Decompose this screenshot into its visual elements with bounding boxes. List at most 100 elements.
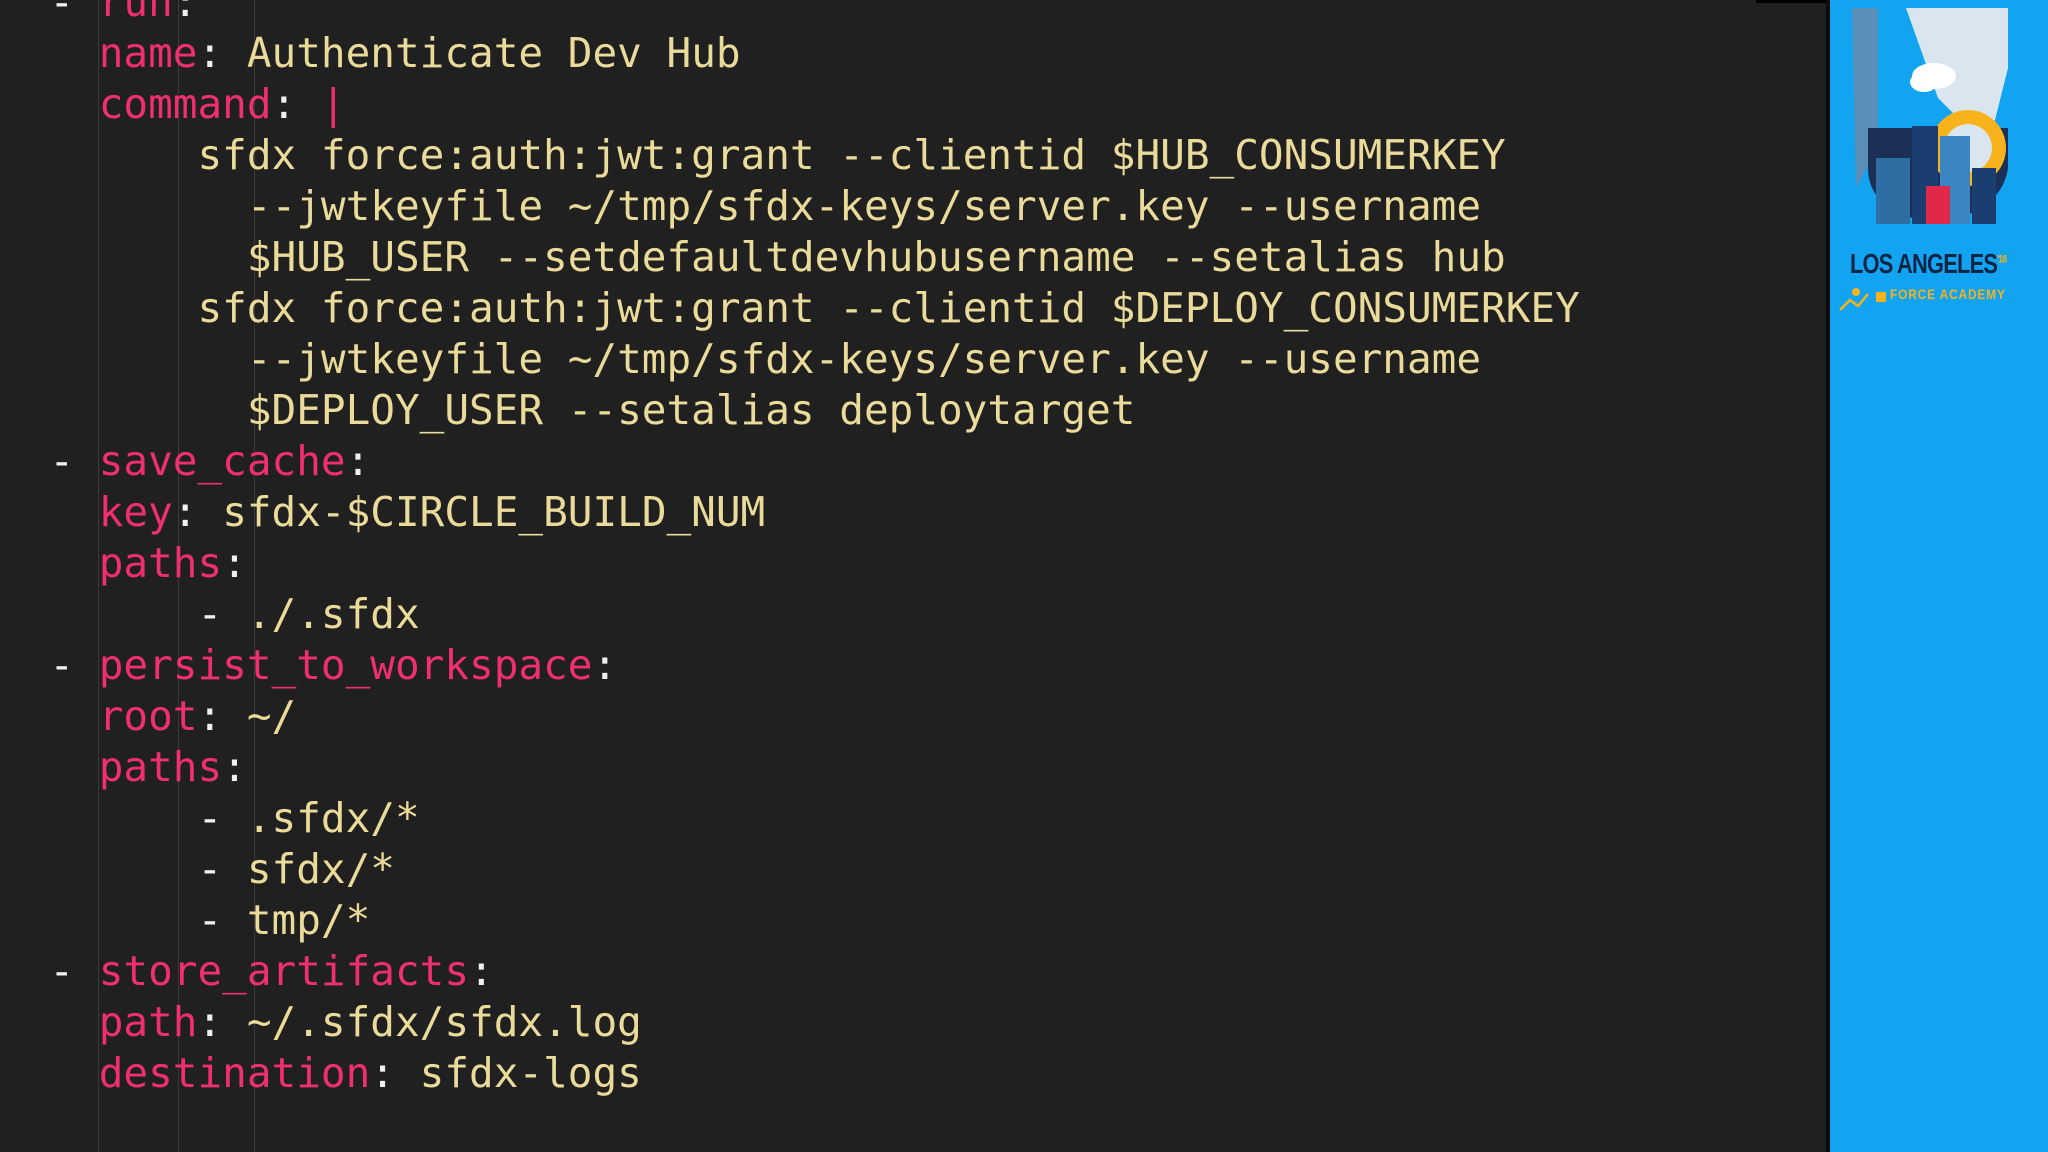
list-dash: - bbox=[49, 641, 99, 689]
logo-title: LOS ANGELES'18 bbox=[1850, 248, 2007, 280]
yaml-colon: : bbox=[172, 488, 223, 536]
yaml-key: paths bbox=[98, 539, 223, 587]
yaml-value: $HUB_USER --setdefaultdevhubusername --s… bbox=[246, 233, 1506, 281]
list-dash: - bbox=[197, 896, 247, 944]
sparkline-logo-icon bbox=[1839, 288, 1886, 311]
code-line: name: Authenticate Dev Hub bbox=[0, 28, 1800, 79]
yaml-key: save_cache bbox=[98, 437, 346, 485]
code-line: - run: bbox=[0, 0, 1800, 28]
list-dash: - bbox=[197, 590, 247, 638]
code-line: sfdx force:auth:jwt:grant --clientid $HU… bbox=[0, 130, 1800, 181]
code-line: key: sfdx-$CIRCLE_BUILD_NUM bbox=[0, 487, 1800, 538]
yaml-value: ~/.sfdx/sfdx.log bbox=[246, 998, 642, 1046]
list-dash: - bbox=[197, 845, 247, 893]
yaml-code-block: - run: name: Authenticate Dev Hub comman… bbox=[0, 0, 1800, 1099]
code-line: - save_cache: bbox=[0, 436, 1800, 487]
logo-title-text: LOS ANGELES bbox=[1850, 248, 1998, 279]
yaml-colon: : bbox=[172, 0, 198, 26]
yaml-value: sfdx-logs bbox=[419, 1049, 642, 1097]
yaml-value: ./.sfdx bbox=[246, 590, 420, 638]
code-line: - sfdx/* bbox=[0, 844, 1800, 895]
yaml-value: --jwtkeyfile ~/tmp/sfdx-keys/server.key … bbox=[246, 335, 1482, 383]
code-line: paths: bbox=[0, 538, 1800, 589]
yaml-colon: : bbox=[345, 437, 371, 485]
logo-year: '18 bbox=[1997, 253, 2007, 266]
yaml-value: tmp/* bbox=[246, 896, 371, 944]
yaml-colon: : bbox=[222, 743, 247, 791]
code-line: path: ~/.sfdx/sfdx.log bbox=[0, 997, 1800, 1048]
yaml-key: command bbox=[98, 80, 272, 128]
code-line: - persist_to_workspace: bbox=[0, 640, 1800, 691]
yaml-value: sfdx force:auth:jwt:grant --clientid $DE… bbox=[197, 284, 1580, 332]
yaml-key: path bbox=[98, 998, 198, 1046]
yaml-value: Authenticate Dev Hub bbox=[246, 29, 741, 77]
code-line: sfdx force:auth:jwt:grant --clientid $DE… bbox=[0, 283, 1800, 334]
yaml-colon: : bbox=[197, 998, 247, 1046]
list-dash: - bbox=[49, 947, 99, 995]
list-dash: - bbox=[197, 794, 247, 842]
code-line: --jwtkeyfile ~/tmp/sfdx-keys/server.key … bbox=[0, 334, 1800, 385]
list-dash: - bbox=[49, 437, 99, 485]
code-line: - ./.sfdx bbox=[0, 589, 1800, 640]
code-line: paths: bbox=[0, 742, 1800, 793]
code-line: destination: sfdx-logs bbox=[0, 1048, 1800, 1099]
yaml-value: sfdx force:auth:jwt:grant --clientid $HU… bbox=[197, 131, 1506, 179]
code-line: - store_artifacts: bbox=[0, 946, 1800, 997]
yaml-key: key bbox=[98, 488, 173, 536]
yaml-colon: : bbox=[197, 692, 247, 740]
yaml-value: .sfdx/* bbox=[246, 794, 420, 842]
yaml-key: persist_to_workspace bbox=[98, 641, 593, 689]
conference-sidebar bbox=[1830, 0, 2048, 1152]
yaml-value: sfdx/* bbox=[246, 845, 395, 893]
yaml-colon: : bbox=[370, 1049, 420, 1097]
slide-frame: - run: name: Authenticate Dev Hub comman… bbox=[0, 0, 2048, 1152]
los-angeles-skyline-logo-icon bbox=[1852, 8, 2008, 224]
yaml-colon: : bbox=[197, 29, 247, 77]
yaml-key: run bbox=[98, 0, 173, 26]
block-scalar-pipe: | bbox=[320, 80, 346, 128]
code-line: - tmp/* bbox=[0, 895, 1800, 946]
code-line: --jwtkeyfile ~/tmp/sfdx-keys/server.key … bbox=[0, 181, 1800, 232]
yaml-colon: : bbox=[271, 80, 321, 128]
code-line: - .sfdx/* bbox=[0, 793, 1800, 844]
yaml-value: ~/ bbox=[246, 692, 297, 740]
yaml-key: name bbox=[98, 29, 198, 77]
logo-subtitle: FORCE ACADEMY bbox=[1890, 286, 2006, 302]
yaml-key: destination bbox=[98, 1049, 371, 1097]
code-line: command: | bbox=[0, 79, 1800, 130]
code-line: root: ~/ bbox=[0, 691, 1800, 742]
yaml-value: $DEPLOY_USER --setalias deploytarget bbox=[246, 386, 1136, 434]
code-line: $HUB_USER --setdefaultdevhubusername --s… bbox=[0, 232, 1800, 283]
yaml-colon: : bbox=[592, 641, 618, 689]
yaml-colon: : bbox=[222, 539, 247, 587]
code-editor: - run: name: Authenticate Dev Hub comman… bbox=[0, 0, 1826, 1152]
yaml-colon: : bbox=[469, 947, 494, 995]
list-dash: - bbox=[49, 0, 99, 26]
yaml-value: --jwtkeyfile ~/tmp/sfdx-keys/server.key … bbox=[246, 182, 1482, 230]
yaml-value: sfdx-$CIRCLE_BUILD_NUM bbox=[222, 488, 766, 536]
yaml-key: paths bbox=[98, 743, 223, 791]
code-line: $DEPLOY_USER --setalias deploytarget bbox=[0, 385, 1800, 436]
